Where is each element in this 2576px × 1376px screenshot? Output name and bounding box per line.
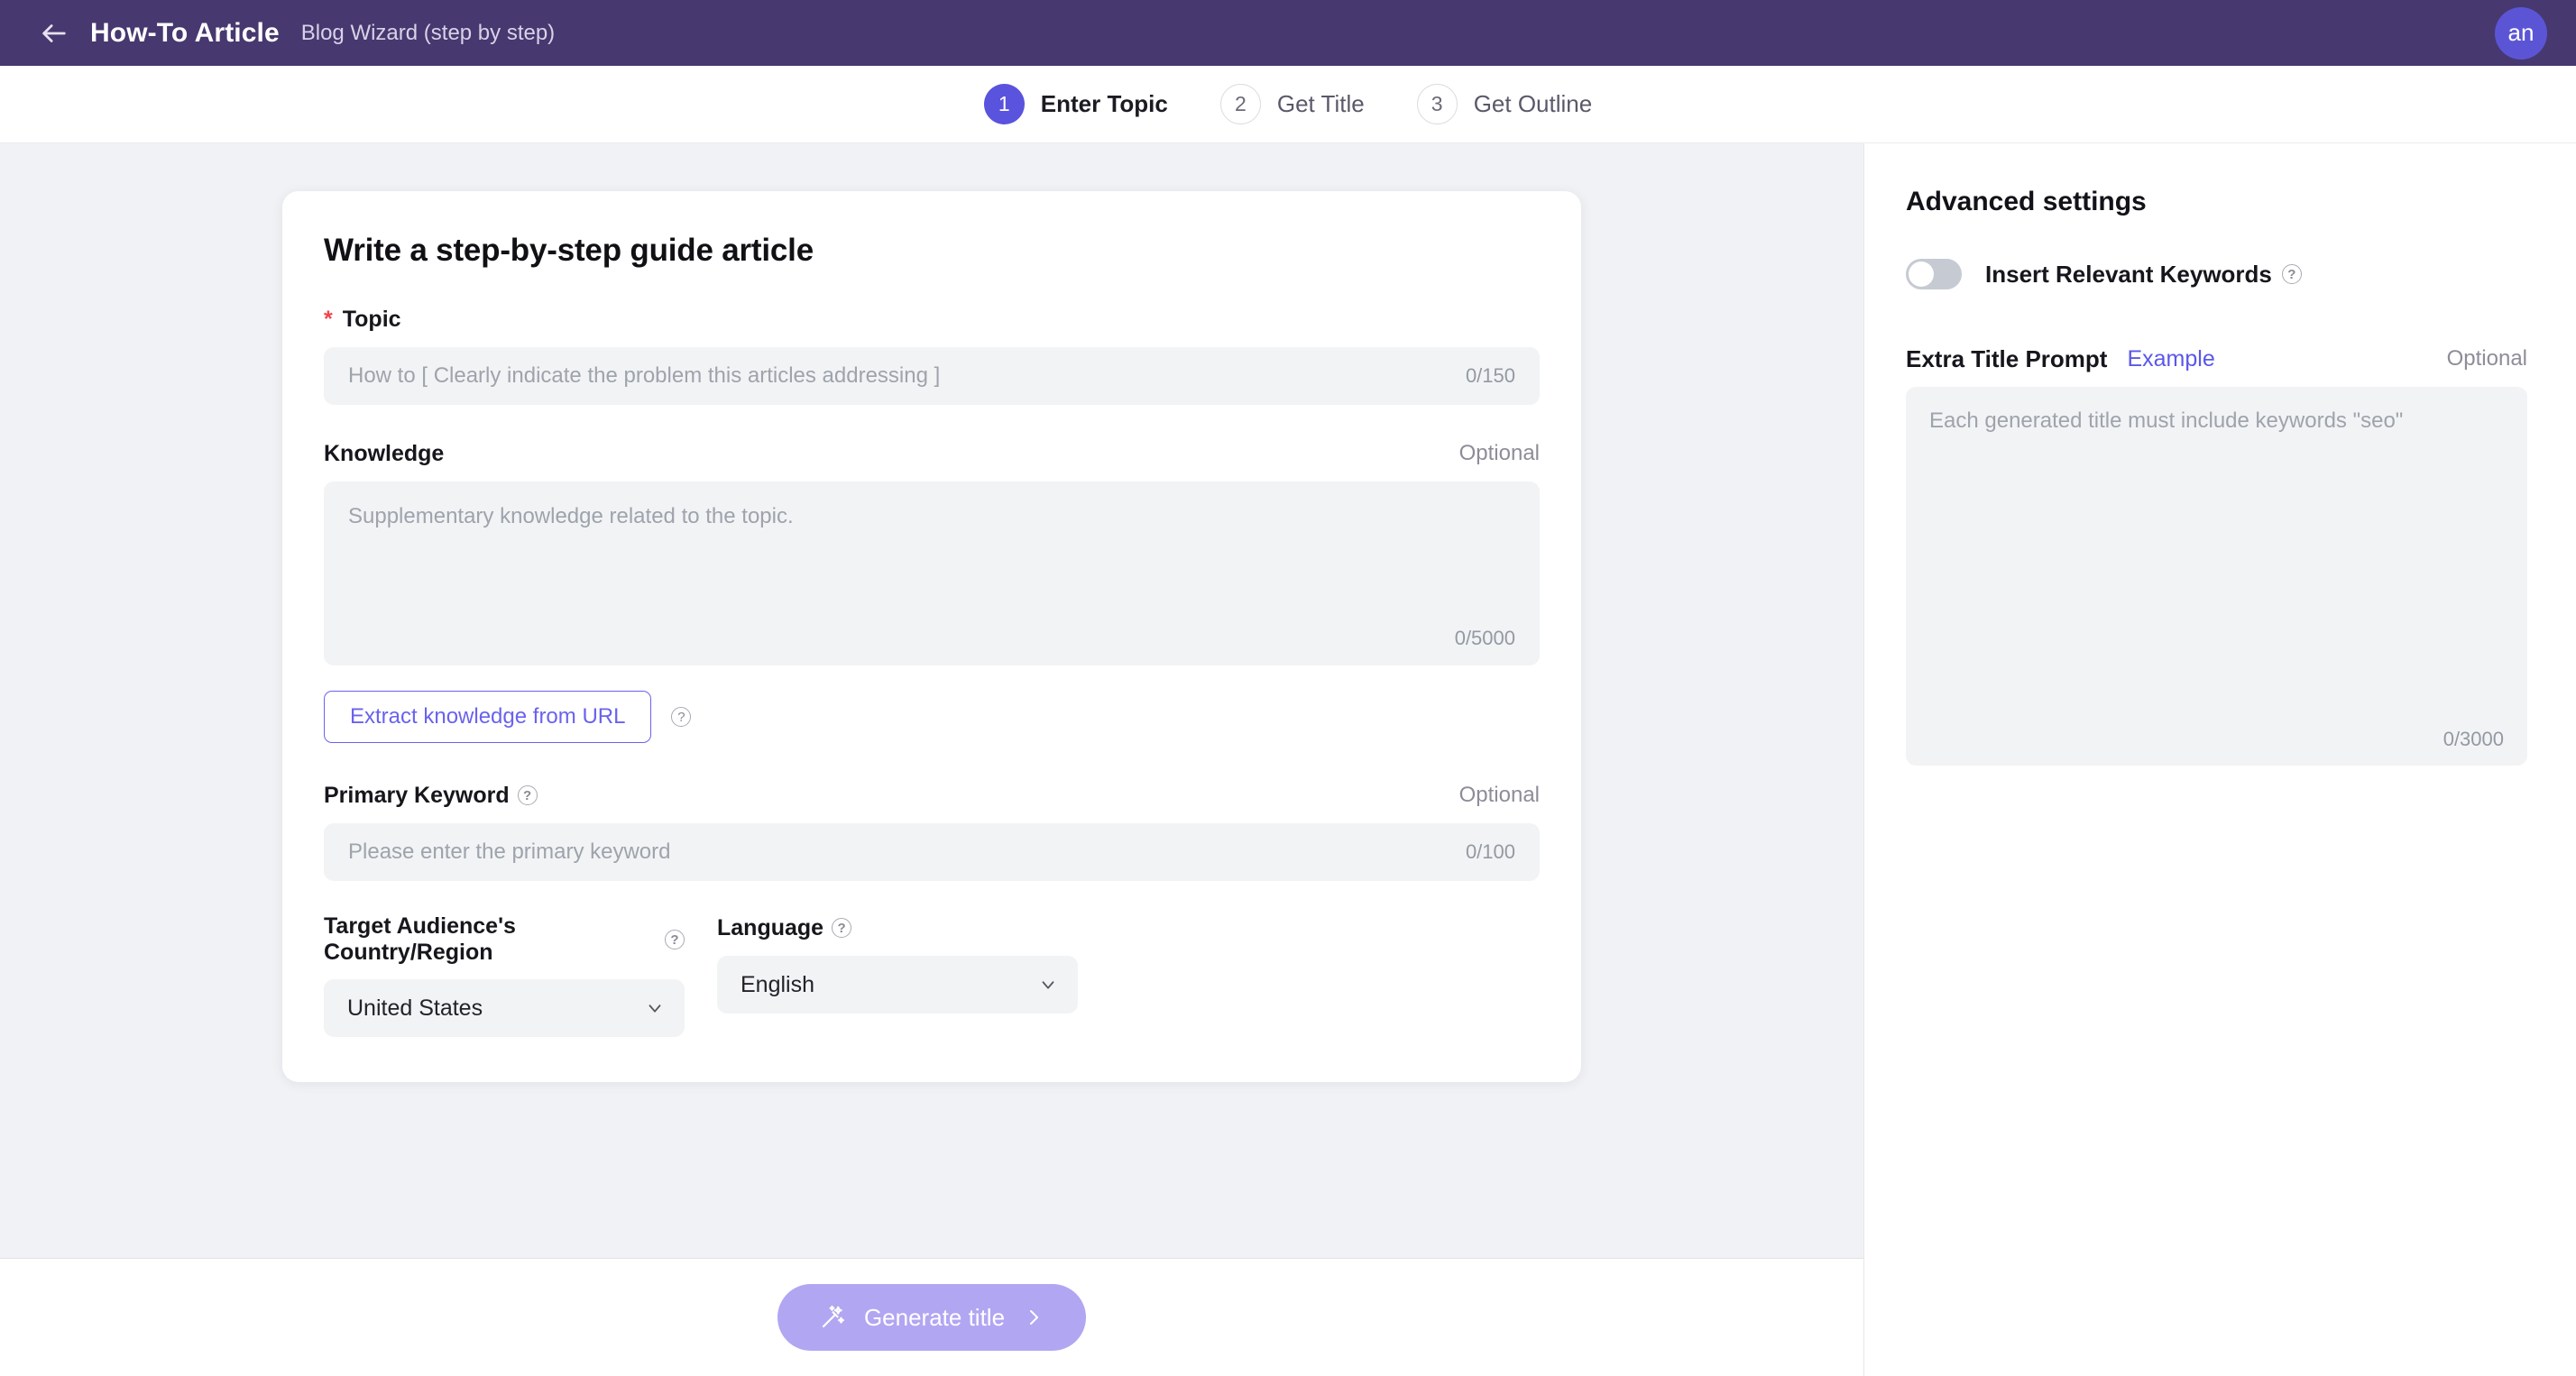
topic-placeholder: How to [ Clearly indicate the problem th…: [348, 363, 941, 388]
chevron-down-icon: [1042, 981, 1054, 989]
primary-keyword-placeholder: Please enter the primary keyword: [348, 839, 671, 864]
knowledge-counter: 0/5000: [1454, 627, 1515, 649]
step-get-outline[interactable]: 3 Get Outline: [1416, 84, 1593, 124]
language-select[interactable]: English: [717, 956, 1078, 1014]
knowledge-textarea[interactable]: Supplementary knowledge related to the t…: [324, 482, 1540, 665]
language-field-header: Language ?: [717, 913, 1078, 942]
main-content-area: Write a step-by-step guide article * Top…: [0, 143, 1863, 1258]
language-label: Language: [717, 914, 824, 940]
question-circle-icon[interactable]: ?: [2281, 264, 2302, 284]
extra-title-prompt-label: Extra Title Prompt: [1906, 344, 2108, 372]
topic-field-header: * Topic: [324, 305, 1540, 334]
country-label-group: Target Audience's Country/Region ?: [324, 913, 685, 966]
topic-label: Topic: [342, 306, 401, 332]
insert-relevant-keywords-label: Insert Relevant Keywords: [1985, 260, 2272, 288]
topic-input[interactable]: How to [ Clearly indicate the problem th…: [324, 347, 1540, 405]
country-select[interactable]: United States: [324, 979, 685, 1037]
magic-wand-icon: [822, 1305, 844, 1328]
knowledge-placeholder: Supplementary knowledge related to the t…: [348, 504, 794, 528]
knowledge-optional-tag: Optional: [1458, 441, 1540, 465]
extra-title-prompt-textarea[interactable]: Each generated title must include keywor…: [1906, 387, 2527, 766]
example-link[interactable]: Example: [2127, 346, 2214, 372]
question-circle-icon[interactable]: ?: [517, 785, 538, 805]
country-value: United States: [347, 995, 483, 1021]
extra-title-prompt-counter: 0/3000: [2443, 728, 2504, 750]
insert-relevant-keywords-row: Insert Relevant Keywords ?: [1906, 259, 2527, 289]
footer-action-bar: Generate title: [0, 1258, 1863, 1376]
question-circle-icon[interactable]: ?: [665, 930, 685, 949]
knowledge-label: Knowledge: [324, 440, 445, 466]
country-select-group: Target Audience's Country/Region ? Unite…: [324, 913, 685, 1037]
step-get-title[interactable]: 2 Get Title: [1219, 84, 1365, 124]
step-number: 3: [1416, 84, 1458, 124]
required-asterisk: *: [324, 306, 333, 332]
locale-selects-row: Target Audience's Country/Region ? Unite…: [324, 913, 1540, 1037]
step-label: Get Outline: [1473, 90, 1593, 117]
extract-knowledge-row: Extract knowledge from URL ?: [324, 691, 1540, 743]
primary-keyword-input[interactable]: Please enter the primary keyword 0/100: [324, 823, 1540, 881]
insert-relevant-keywords-toggle[interactable]: [1906, 259, 1962, 289]
extra-title-prompt-optional-tag: Optional: [2446, 346, 2527, 371]
generate-title-button[interactable]: Generate title: [777, 1284, 1087, 1351]
chevron-down-icon: [649, 1004, 661, 1013]
primary-keyword-optional-tag: Optional: [1458, 783, 1540, 807]
step-label: Get Title: [1276, 90, 1365, 117]
step-enter-topic[interactable]: 1 Enter Topic: [983, 84, 1168, 124]
form-card: Write a step-by-step guide article * Top…: [282, 191, 1581, 1082]
topic-label-group: * Topic: [324, 307, 401, 333]
question-circle-icon[interactable]: ?: [832, 918, 852, 938]
primary-keyword-field-header: Primary Keyword ? Optional: [324, 781, 1540, 810]
extra-title-prompt-header: Extra Title Prompt Example Optional: [1906, 344, 2527, 374]
topic-counter: 0/150: [1465, 364, 1515, 387]
insert-relevant-keywords-label-group: Insert Relevant Keywords ?: [1985, 261, 2302, 289]
language-value: English: [741, 971, 814, 997]
toggle-knob: [1909, 261, 1934, 287]
extract-knowledge-from-url-button[interactable]: Extract knowledge from URL: [324, 691, 652, 743]
page-title: How-To Article: [90, 17, 280, 48]
language-label-group: Language ?: [717, 914, 852, 941]
step-label: Enter Topic: [1040, 90, 1168, 117]
arrow-left-icon[interactable]: [34, 14, 74, 53]
step-number: 2: [1219, 84, 1261, 124]
language-select-group: Language ? English: [717, 913, 1078, 1037]
country-label: Target Audience's Country/Region: [324, 913, 516, 965]
advanced-settings-title: Advanced settings: [1906, 187, 2147, 216]
wizard-stepper: 1 Enter Topic 2 Get Title 3 Get Outline: [0, 66, 2576, 143]
country-field-header: Target Audience's Country/Region ?: [324, 913, 685, 966]
extra-title-prompt-placeholder: Each generated title must include keywor…: [1929, 408, 2404, 433]
primary-keyword-label-group: Primary Keyword ?: [324, 783, 538, 809]
card-title: Write a step-by-step guide article: [324, 233, 814, 268]
primary-keyword-counter: 0/100: [1465, 840, 1515, 863]
chevron-right-icon: [1030, 1310, 1039, 1325]
generate-title-label: Generate title: [863, 1303, 1006, 1331]
knowledge-field-header: Knowledge Optional: [324, 439, 1540, 468]
primary-keyword-label: Primary Keyword: [324, 782, 510, 808]
page-subtitle: Blog Wizard (step by step): [300, 20, 556, 45]
advanced-settings-panel: Advanced settings Insert Relevant Keywor…: [1863, 143, 2576, 1376]
step-number: 1: [983, 84, 1025, 124]
avatar[interactable]: an: [2495, 6, 2547, 60]
app-root: How-To Article Blog Wizard (step by step…: [0, 0, 2576, 1376]
top-header-bar: How-To Article Blog Wizard (step by step…: [0, 0, 2576, 66]
question-circle-icon[interactable]: ?: [671, 707, 692, 727]
